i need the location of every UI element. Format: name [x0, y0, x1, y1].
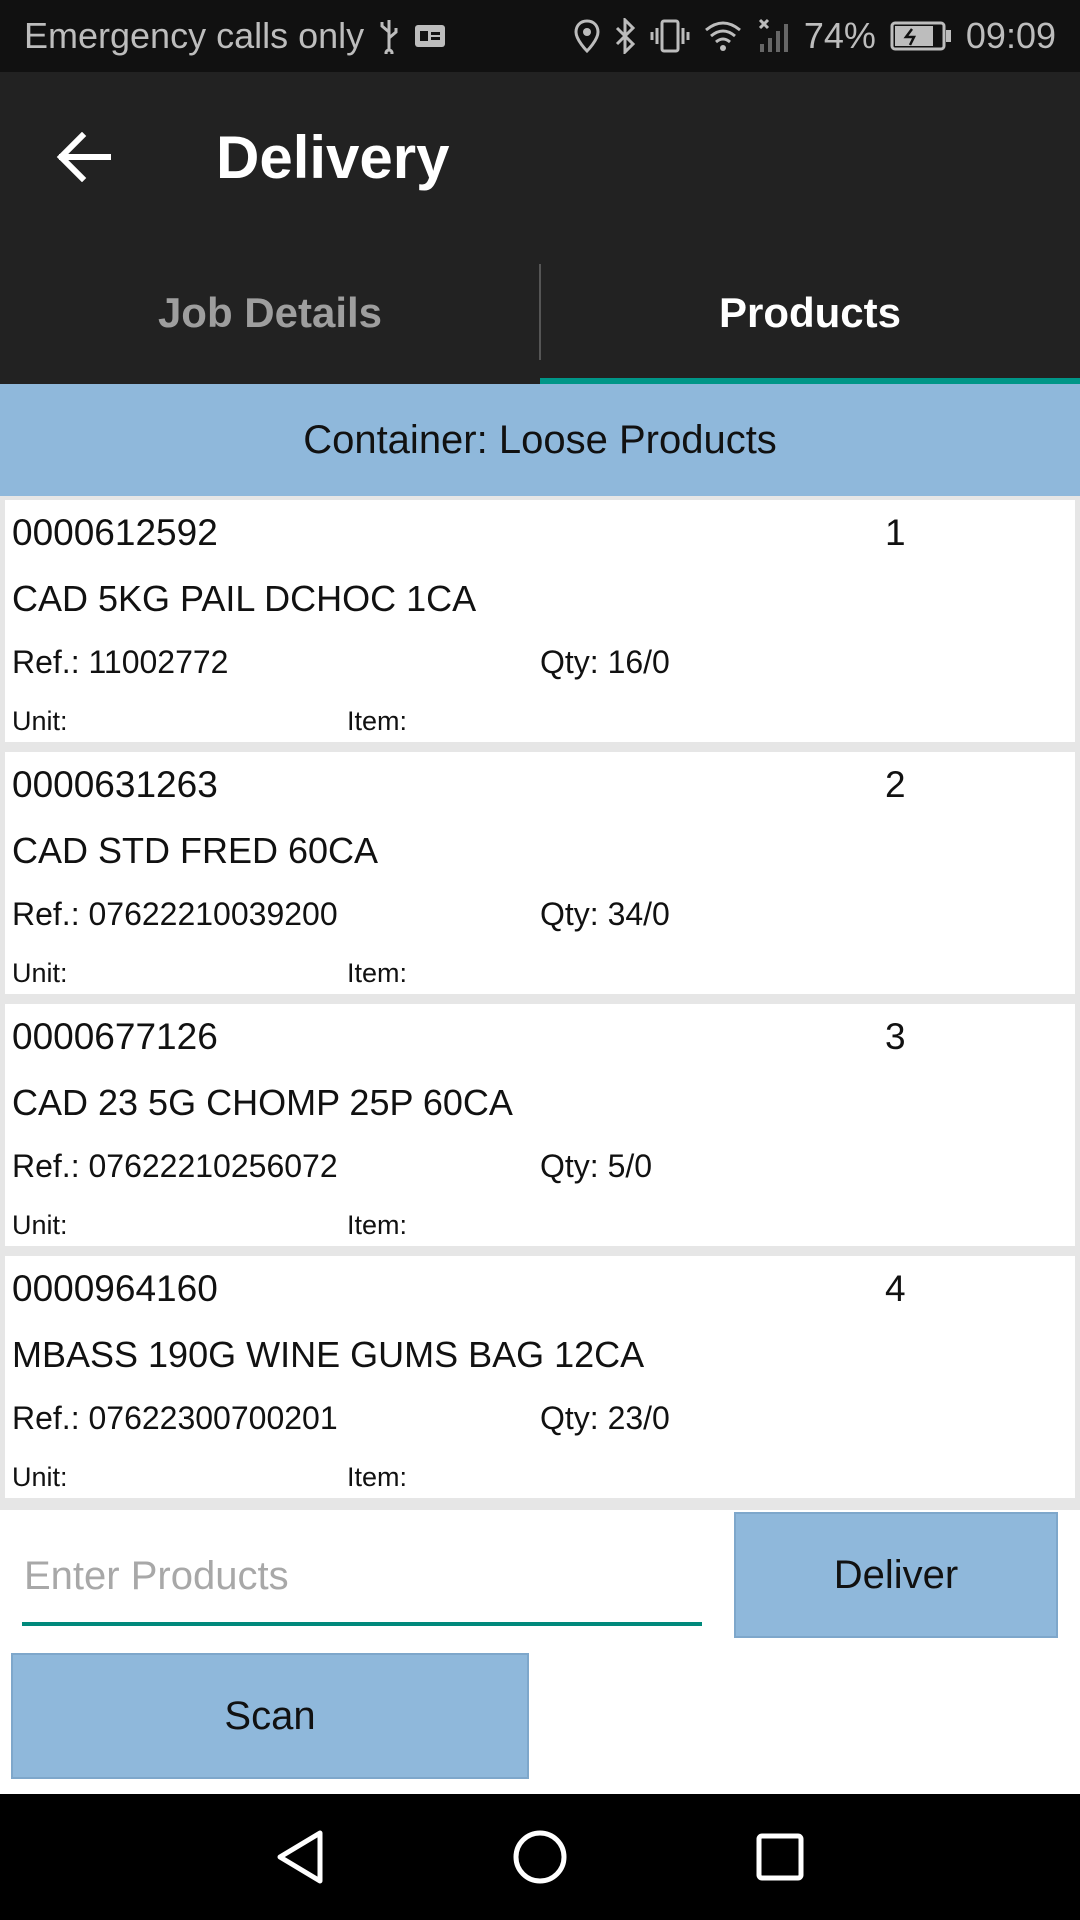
signal-icon [756, 18, 790, 54]
nav-home-button[interactable] [505, 1822, 575, 1892]
battery-icon [890, 21, 952, 51]
enter-products-input[interactable] [22, 1530, 702, 1626]
carrier-text: Emergency calls only [24, 15, 365, 56]
status-right: 74% 09:09 [574, 15, 1056, 57]
product-description: MBASS 190G WINE GUMS BAG 12CA [12, 1334, 645, 1375]
tab-bar: Job Details Products [0, 242, 1080, 384]
status-left: Emergency calls only [24, 15, 446, 57]
back-triangle-icon [277, 1830, 323, 1884]
page-title: Delivery [216, 123, 450, 191]
usb-icon [378, 18, 400, 54]
product-code: 0000677126 [12, 1016, 218, 1057]
product-item-label: Item: [347, 1210, 408, 1240]
scan-button[interactable]: Scan [11, 1653, 529, 1779]
product-ref: Ref.: 07622210256072 [12, 1148, 338, 1184]
product-item-label: Item: [347, 706, 408, 736]
sim-card-icon [414, 22, 446, 50]
nav-recents-button[interactable] [745, 1822, 815, 1892]
product-code: 0000612592 [12, 512, 218, 553]
product-item-label: Item: [347, 958, 408, 988]
product-code: 0000631263 [12, 764, 218, 805]
product-list[interactable]: 0000612592 1 CAD 5KG PAIL DCHOC 1CA Ref.… [0, 496, 1080, 1510]
bluetooth-icon [614, 18, 636, 54]
product-item-label: Item: [347, 1462, 408, 1492]
product-index: 4 [885, 1268, 906, 1309]
recents-square-icon [756, 1833, 804, 1881]
product-description: CAD 5KG PAIL DCHOC 1CA [12, 578, 477, 619]
home-circle-icon [513, 1830, 567, 1884]
container-header: Container: Loose Products [0, 384, 1080, 496]
product-ref: Ref.: 11002772 [12, 644, 229, 680]
product-description: CAD 23 5G CHOMP 25P 60CA [12, 1082, 513, 1123]
battery-percent: 74% [803, 15, 876, 56]
product-description: CAD STD FRED 60CA [12, 830, 379, 871]
tab-divider [539, 264, 541, 360]
product-qty: Qty: 5/0 [540, 1148, 653, 1184]
product-index: 1 [885, 512, 906, 553]
product-unit: Unit: [12, 1462, 68, 1492]
product-code: 0000964160 [12, 1268, 218, 1309]
product-qty: Qty: 16/0 [540, 644, 670, 680]
product-ref: Ref.: 07622210039200 [12, 896, 338, 932]
arrow-left-icon [56, 132, 111, 182]
product-index: 2 [885, 764, 906, 805]
deliver-button[interactable]: Deliver [734, 1512, 1058, 1638]
wifi-icon [704, 20, 742, 52]
status-bar: Emergency calls only 74% 09:09 [0, 0, 1080, 72]
product-unit: Unit: [12, 1210, 68, 1240]
list-item[interactable]: 0000677126 3 CAD 23 5G CHOMP 25P 60CA Re… [5, 1004, 1075, 1246]
nav-back-button[interactable] [265, 1822, 335, 1892]
system-nav-bar [0, 1794, 1080, 1920]
product-unit: Unit: [12, 958, 68, 988]
location-icon [574, 19, 600, 53]
product-index: 3 [885, 1016, 906, 1057]
tab-products[interactable]: Products [540, 242, 1080, 384]
product-unit: Unit: [12, 706, 68, 736]
tab-job-details[interactable]: Job Details [0, 242, 540, 384]
back-button[interactable] [42, 115, 126, 199]
product-qty: Qty: 23/0 [540, 1400, 670, 1436]
app-bar: Delivery [0, 72, 1080, 242]
product-qty: Qty: 34/0 [540, 896, 670, 932]
list-item[interactable]: 0000631263 2 CAD STD FRED 60CA Ref.: 076… [5, 752, 1075, 994]
bottom-action-area: Deliver Scan [0, 1510, 1080, 1794]
vibrate-icon [650, 19, 690, 53]
clock-text: 09:09 [965, 15, 1056, 56]
product-ref: Ref.: 07622300700201 [12, 1400, 338, 1436]
list-item[interactable]: 0000612592 1 CAD 5KG PAIL DCHOC 1CA Ref.… [5, 500, 1075, 742]
list-item[interactable]: 0000964160 4 MBASS 190G WINE GUMS BAG 12… [5, 1256, 1075, 1498]
